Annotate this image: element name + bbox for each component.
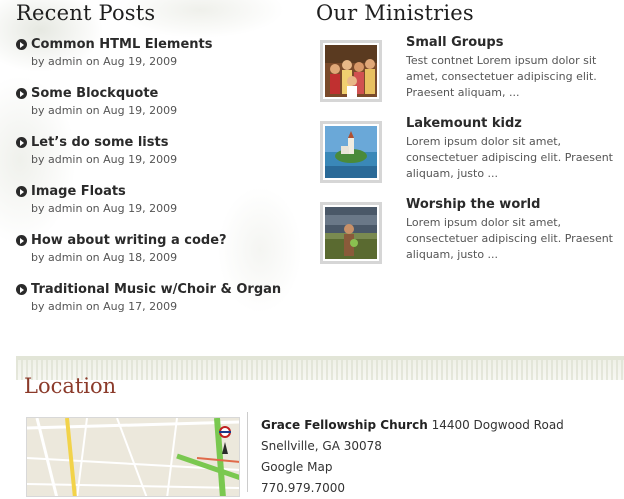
post-meta: by admin on Aug 19, 2009 [31,104,178,117]
ministry-excerpt: Lorem ipsum dolor sit amet, consectetuer… [406,216,613,261]
post-link[interactable]: Some Blockquote [31,86,158,101]
ministry-excerpt: Test contnet Lorem ipsum dolor sit amet,… [406,54,597,99]
post-link[interactable]: Traditional Music w/Choir & Organ [31,282,281,297]
post-link[interactable]: Let’s do some lists [31,135,168,150]
ministry-title-link[interactable]: Lakemount kidz [406,116,522,131]
list-item: Common HTML Elements by admin on Aug 19,… [16,37,213,68]
play-bullet-icon [16,39,27,50]
location-heading: Location [24,374,117,398]
list-item: Let’s do some lists by admin on Aug 19, … [16,135,177,166]
ministry-thumbnail[interactable] [320,121,382,183]
ministry-thumbnail[interactable] [320,202,382,264]
post-meta: by admin on Aug 17, 2009 [31,300,178,313]
lake-church-photo-icon [325,126,377,178]
recent-posts-heading: Recent Posts [16,1,156,25]
play-bullet-icon [16,284,27,295]
play-bullet-icon [16,137,27,148]
church-name: Grace Fellowship Church [261,418,428,432]
post-meta: by admin on Aug 19, 2009 [31,55,178,68]
church-phone: 770.979.7000 [261,481,345,495]
column-divider [247,412,248,492]
ministry-title-link[interactable]: Worship the world [406,197,540,212]
post-meta: by admin on Aug 19, 2009 [31,153,178,166]
ministries-heading: Our Ministries [316,1,474,25]
list-item: Image Floats by admin on Aug 19, 2009 [16,184,177,215]
map-image [27,418,239,496]
group-photo-icon [325,45,377,97]
list-item: Some Blockquote by admin on Aug 19, 2009 [16,86,177,117]
post-link[interactable]: How about writing a code? [31,233,227,248]
ministry-thumbnail[interactable] [320,40,382,102]
post-meta: by admin on Aug 18, 2009 [31,251,178,264]
address-block: Grace Fellowship Church 14400 Dogwood Ro… [261,415,617,499]
play-bullet-icon [16,186,27,197]
post-link[interactable]: Common HTML Elements [31,37,213,52]
post-meta: by admin on Aug 19, 2009 [31,202,178,215]
list-item: How about writing a code? by admin on Au… [16,233,227,264]
list-item: Traditional Music w/Choir & Organ by adm… [16,282,281,313]
location-map[interactable] [26,417,240,497]
ministry-title-link[interactable]: Small Groups [406,35,503,50]
worship-photo-icon [325,207,377,259]
ministry-excerpt: Lorem ipsum dolor sit amet, consectetuer… [406,135,613,180]
google-map-link[interactable]: Google Map [261,457,617,478]
play-bullet-icon [16,88,27,99]
post-link[interactable]: Image Floats [31,184,126,199]
play-bullet-icon [16,235,27,246]
